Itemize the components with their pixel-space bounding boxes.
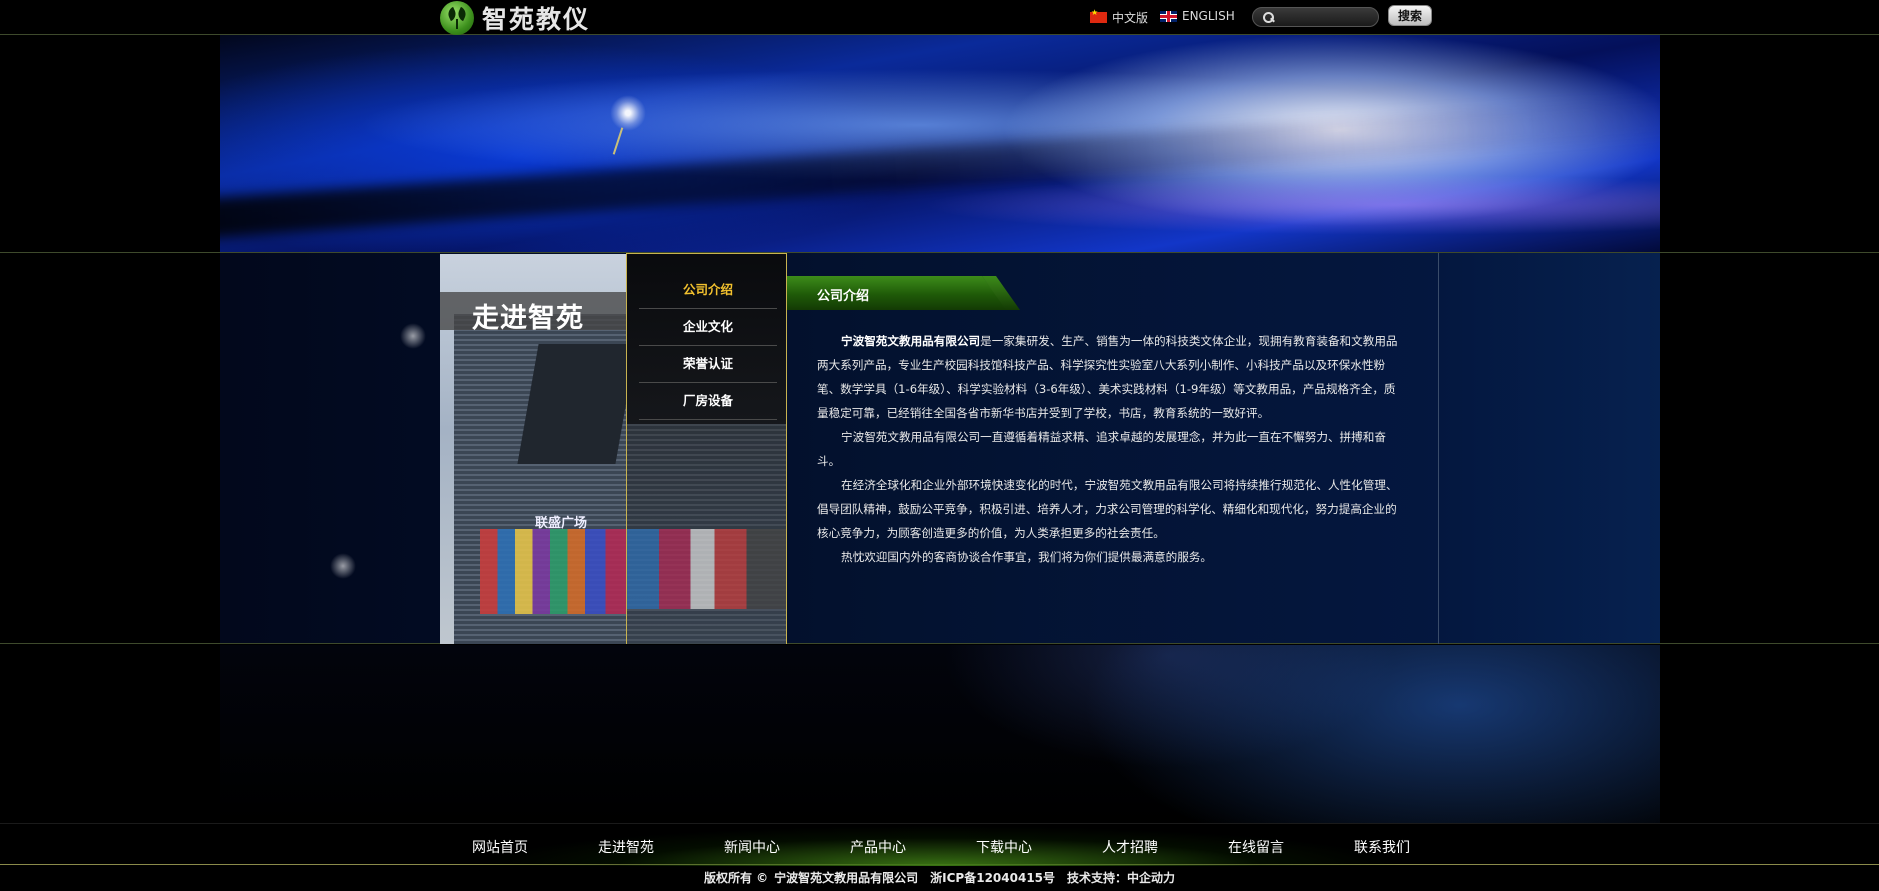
company-building-photo: 联盛广场 走进智苑: [440, 254, 626, 644]
photo-storefront: [480, 529, 626, 614]
footer-link-downloads[interactable]: 下载中心: [976, 837, 1032, 857]
footer-link-home[interactable]: 网站首页: [472, 837, 528, 857]
lang-chinese-label: 中文版: [1112, 11, 1149, 25]
dandelion-seed-icon: [330, 553, 356, 579]
paragraph-text: 宁波智苑文教用品有限公司一直遵循着精益求精、追求卓越的发展理念，并为此一直在不懈…: [817, 430, 1386, 468]
uk-flag-icon: [1160, 10, 1177, 22]
dandelion-seed-icon: [400, 323, 426, 349]
hero-banner: [220, 35, 1660, 252]
paragraph-text: 在经济全球化和企业外部环境快速变化的时代，宁波智苑文教用品有限公司将持续推行规范…: [817, 478, 1398, 540]
content-title: 公司介绍: [817, 289, 870, 304]
dandelion-stem: [612, 127, 624, 155]
building-sign: 联盛广场: [535, 516, 588, 531]
company-name-bold: 宁波智苑文教用品有限公司: [841, 334, 981, 348]
lang-chinese-link[interactable]: 中文版: [1090, 8, 1149, 26]
lang-english-link[interactable]: ENGLISH: [1160, 9, 1235, 23]
subnav-item-culture[interactable]: 企业文化: [639, 309, 777, 346]
subnav-background-shops: [627, 529, 786, 609]
sub-navigation: 公司介绍 企业文化 荣誉认证 厂房设备: [626, 253, 787, 644]
site-logo[interactable]: 智苑教仪: [440, 0, 591, 35]
section-title: 走进智苑: [472, 303, 584, 334]
footer-link-careers[interactable]: 人才招聘: [1102, 837, 1158, 857]
article-paragraph: 宁波智苑文教用品有限公司一直遵循着精益求精、追求卓越的发展理念，并为此一直在不懈…: [817, 425, 1407, 473]
footer-link-messages[interactable]: 在线留言: [1228, 837, 1284, 857]
footer-link-news[interactable]: 新闻中心: [724, 837, 780, 857]
footer-navigation: 网站首页 走进智苑 新闻中心 产品中心 下载中心 人才招聘 在线留言 联系我们: [0, 823, 1879, 866]
dandelion-seed-icon: [610, 95, 646, 131]
china-flag-icon: [1090, 8, 1107, 23]
search-input[interactable]: [1278, 10, 1368, 24]
footer-link-contact[interactable]: 联系我们: [1354, 837, 1410, 857]
logo-text: 智苑教仪: [482, 4, 591, 34]
banner-glow: [920, 175, 1660, 235]
search-button[interactable]: 搜索: [1388, 5, 1432, 26]
copyright-company: 宁波智苑文教用品有限公司: [774, 871, 919, 885]
tech-support[interactable]: 技术支持：中企动力: [1067, 871, 1175, 885]
search-box: [1252, 7, 1379, 27]
content-panel: 公司介绍 宁波智苑文教用品有限公司是一家集研发、生产、销售为一体的科技类文体企业…: [787, 253, 1439, 644]
top-header: 智苑教仪 中文版 ENGLISH 搜索: [0, 0, 1879, 35]
article-paragraph: 宁波智苑文教用品有限公司是一家集研发、生产、销售为一体的科技类文体企业，现拥有教…: [817, 329, 1407, 425]
icp-number[interactable]: 浙ICP备12040415号: [930, 871, 1055, 885]
subnav-item-facilities[interactable]: 厂房设备: [639, 383, 777, 420]
article-paragraph: 在经济全球化和企业外部环境快速变化的时代，宁波智苑文教用品有限公司将持续推行规范…: [817, 473, 1407, 545]
sprout-logo-icon: [440, 0, 474, 35]
footer-link-about[interactable]: 走进智苑: [598, 837, 654, 857]
search-icon: [1263, 11, 1274, 23]
subnav-item-honors[interactable]: 荣誉认证: [639, 346, 777, 383]
article-body: 宁波智苑文教用品有限公司是一家集研发、生产、销售为一体的科技类文体企业，现拥有教…: [817, 329, 1407, 569]
footer-link-products[interactable]: 产品中心: [850, 837, 906, 857]
footer-glow: [440, 824, 1440, 866]
lower-background: [220, 645, 1660, 823]
lang-english-label: ENGLISH: [1182, 9, 1235, 23]
copyright-label: 版权所有 ©: [703, 871, 769, 885]
subnav-item-company-intro[interactable]: 公司介绍: [639, 272, 777, 309]
article-paragraph: 热忱欢迎国内外的客商协谈合作事宜，我们将为你们提供最满意的服务。: [817, 545, 1407, 569]
paragraph-text: 热忱欢迎国内外的客商协谈合作事宜，我们将为你们提供最满意的服务。: [841, 550, 1213, 564]
copyright-bar: 版权所有 © 宁波智苑文教用品有限公司 浙ICP备12040415号 技术支持：中企动…: [0, 866, 1879, 891]
